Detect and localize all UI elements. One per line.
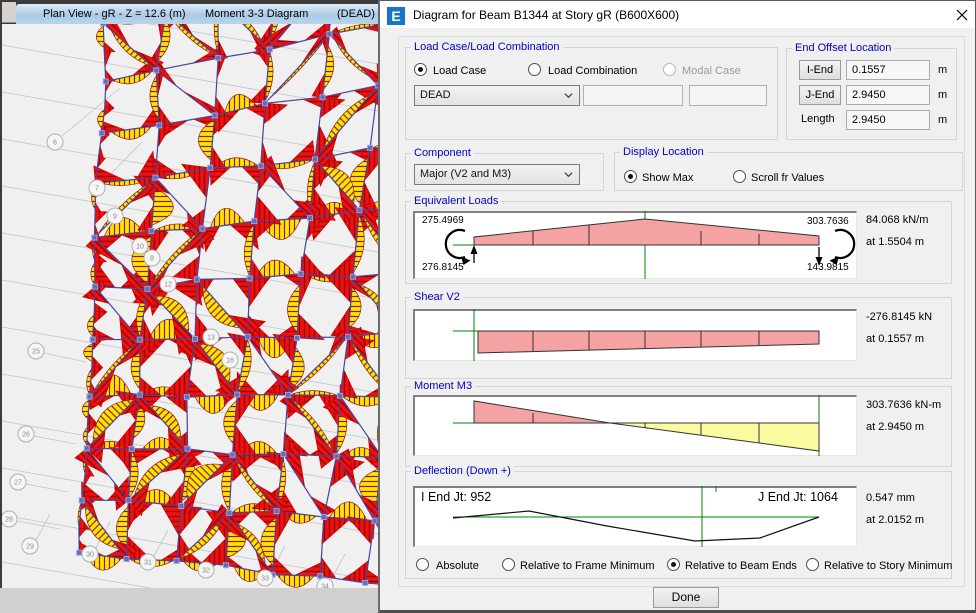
svg-text:29: 29 <box>26 544 34 551</box>
svg-text:6: 6 <box>53 140 57 147</box>
svg-text:9: 9 <box>113 214 117 221</box>
svg-text:27: 27 <box>14 480 22 487</box>
svg-text:28: 28 <box>5 517 13 524</box>
svg-text:10: 10 <box>136 244 144 251</box>
svg-text:13: 13 <box>207 335 215 342</box>
svg-text:30: 30 <box>86 552 94 559</box>
svg-text:7: 7 <box>95 186 99 193</box>
svg-text:12: 12 <box>164 282 172 289</box>
svg-text:32: 32 <box>202 568 210 575</box>
svg-text:31: 31 <box>144 560 152 567</box>
svg-text:25: 25 <box>32 349 40 356</box>
svg-text:16: 16 <box>226 358 234 365</box>
svg-text:26: 26 <box>22 432 30 439</box>
svg-text:8: 8 <box>150 256 154 263</box>
svg-text:33: 33 <box>261 576 269 583</box>
